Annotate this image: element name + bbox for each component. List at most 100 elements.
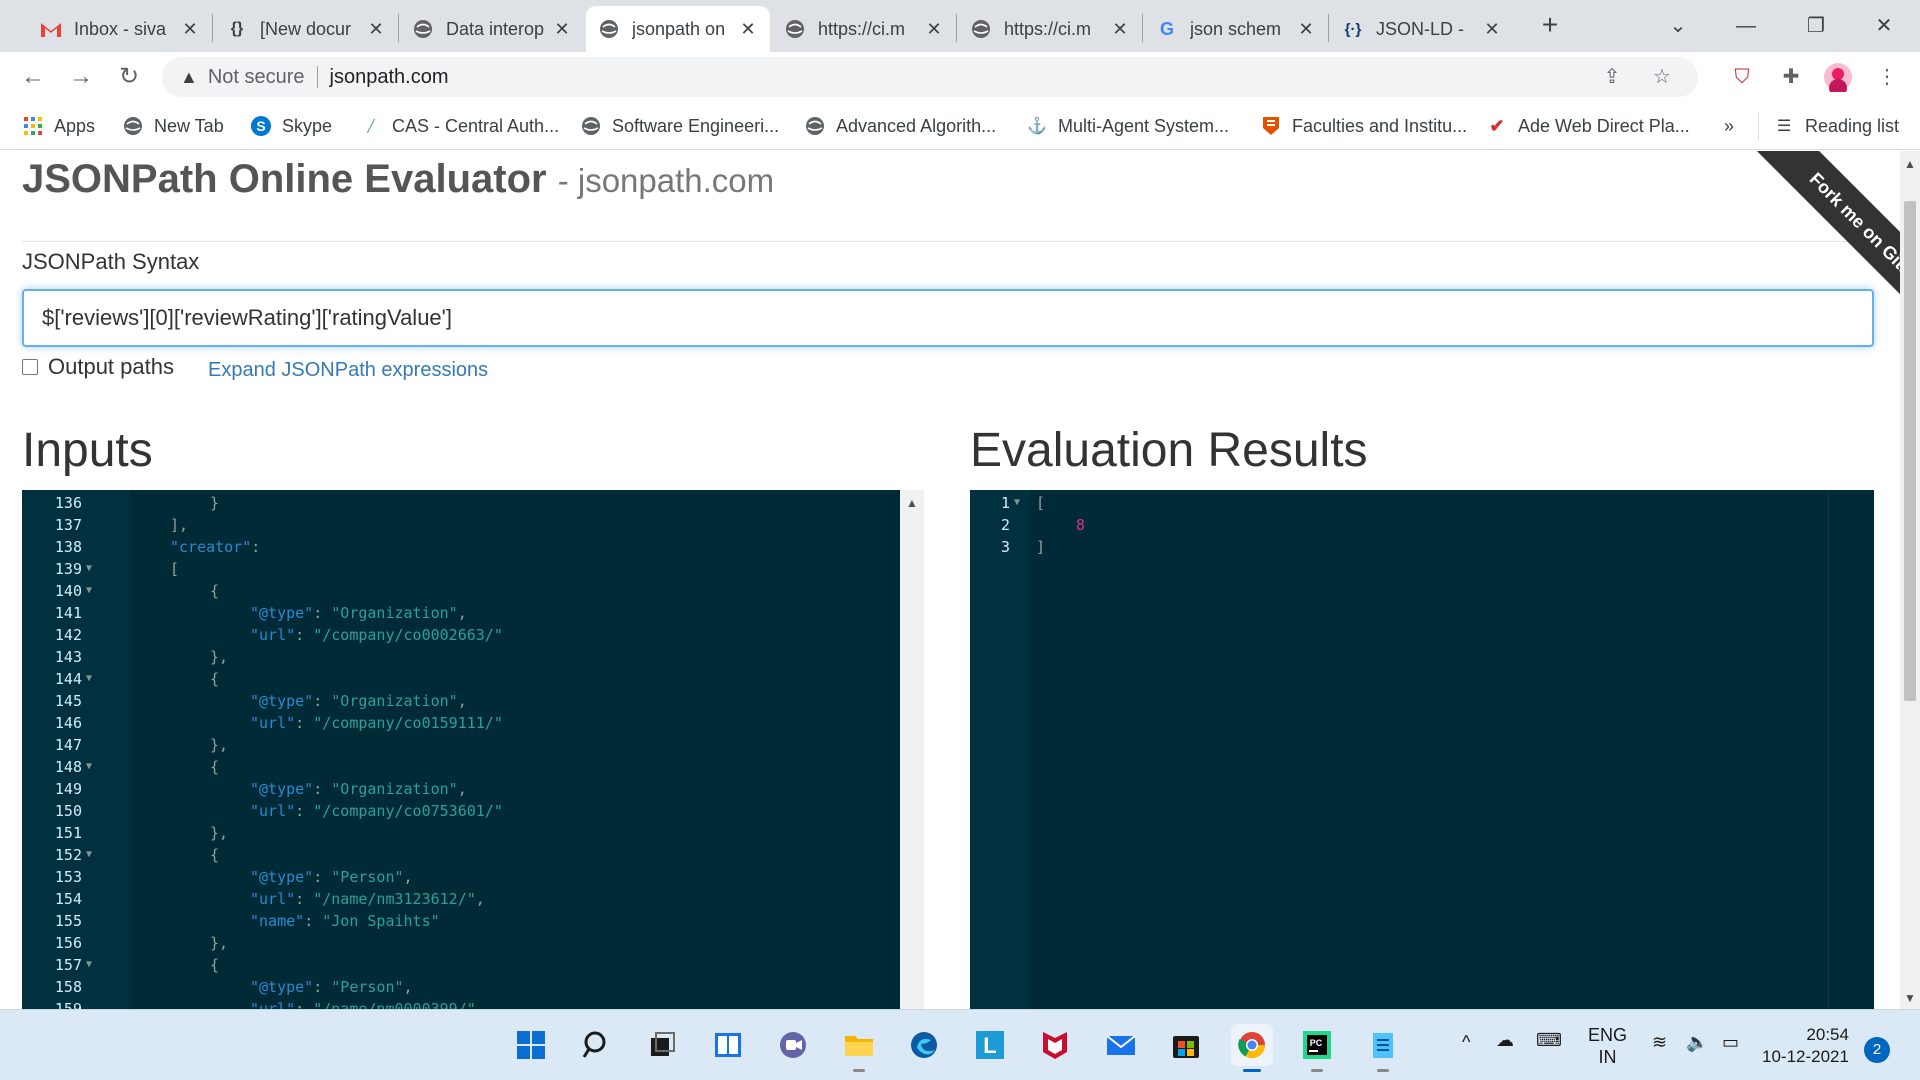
editor-line[interactable]: 151}, [22,822,900,844]
editor-line[interactable]: 140 ▼ { [22,580,900,602]
notepad-icon[interactable] [1362,1024,1404,1072]
tab-4[interactable]: jsonpath on ✕ [586,6,770,52]
bookmark-item[interactable]: ✔ Ade Web Direct Pla... [1486,112,1689,140]
editor-line[interactable]: 152 ▼ { [22,844,900,866]
reload-button[interactable]: ↻ [112,60,146,94]
editor-line[interactable]: 150 "url": "/company/co0753601/" [22,800,900,822]
editor-line[interactable]: 28 [970,514,1874,536]
inputs-editor-scrollbar[interactable]: ▲ [900,490,924,1020]
fold-toggle-icon[interactable]: ▼ [86,558,92,580]
teams-chat-icon[interactable] [772,1024,814,1066]
edge-icon[interactable] [903,1024,945,1066]
warning-icon[interactable]: ▲ [180,67,198,88]
language-indicator[interactable]: ENG IN [1588,1024,1627,1068]
bookmark-item[interactable]: Advanced Algorith... [804,112,996,140]
bookmark-item[interactable]: ╱ CAS - Central Auth... [360,112,559,140]
hidden-icons-chevron-icon[interactable]: ^ [1462,1032,1470,1053]
close-tab-icon[interactable]: ✕ [180,19,200,40]
volume-muted-icon[interactable]: 🔈 [1686,1032,1708,1053]
close-tab-icon[interactable]: ✕ [1482,19,1502,40]
pycharm-icon[interactable]: PC [1296,1024,1338,1072]
bookmark-star-icon[interactable]: ☆ [1648,63,1676,91]
editor-line[interactable]: 157 ▼ { [22,954,900,976]
back-button[interactable]: ← [16,60,50,94]
output-paths-option[interactable]: Output paths [22,354,174,380]
editor-line[interactable]: 1 ▼ [ [970,492,1874,514]
fold-toggle-icon[interactable]: ▼ [1014,492,1020,514]
bookmark-item[interactable]: Faculties and Institu... [1260,112,1467,140]
close-tab-icon[interactable]: ✕ [1296,19,1316,40]
close-tab-icon[interactable]: ✕ [552,19,572,40]
editor-line[interactable]: 146 "url": "/company/co0159111/" [22,712,900,734]
store-icon[interactable] [1165,1024,1207,1066]
extension-shield-icon[interactable]: ⛉ [1727,62,1757,92]
output-paths-checkbox[interactable] [22,359,38,375]
editor-line[interactable]: 148 ▼ { [22,756,900,778]
tab-5[interactable]: https://ci.m ✕ [772,6,956,52]
editor-line[interactable]: 155 "name": "Jon Spaihts" [22,910,900,932]
wifi-icon[interactable]: ≋ [1652,1032,1667,1053]
inputs-json-editor[interactable]: 136} 137], 138 "creator": 139 ▼[140 ▼{141 "@typ… [22,490,900,1020]
editor-line[interactable]: 153 "@type": "Person", [22,866,900,888]
forward-button[interactable]: → [64,60,98,94]
task-view-icon[interactable] [641,1024,683,1066]
battery-icon[interactable]: ▭ [1722,1032,1739,1053]
fold-toggle-icon[interactable]: ▼ [86,954,92,976]
editor-line[interactable]: 145 "@type": "Organization", [22,690,900,712]
bookmarks-overflow-button[interactable]: » [1724,112,1734,140]
search-icon[interactable] [576,1024,618,1066]
editor-line[interactable]: 154 "url": "/name/nm3123612/", [22,888,900,910]
page-scrollbar[interactable]: ▲ ▼ [1900,151,1920,1009]
close-tab-icon[interactable]: ✕ [1110,19,1130,40]
fold-toggle-icon[interactable]: ▼ [86,844,92,866]
bookmark-item[interactable]: New Tab [122,112,224,140]
close-window-button[interactable]: ✕ [1854,8,1914,44]
close-tab-icon[interactable]: ✕ [924,19,944,40]
bookmark-item[interactable]: Apps [22,112,95,140]
jsonpath-syntax-input[interactable] [22,289,1874,347]
bookmark-item[interactable]: S Skype [250,112,332,140]
windows-start-icon[interactable] [510,1024,552,1066]
profile-avatar[interactable] [1823,62,1853,97]
page-scroll-up-icon[interactable]: ▲ [1904,157,1916,171]
tab-6[interactable]: https://ci.m ✕ [958,6,1142,52]
bookmark-item[interactable]: Software Engineeri... [580,112,779,140]
chrome-icon[interactable] [1230,1024,1273,1072]
address-bar[interactable]: ▲ Not secure jsonpath.com ⇪ ☆ [162,57,1698,97]
onedrive-icon[interactable]: ☁ [1496,1030,1514,1051]
restore-button[interactable]: ❐ [1786,8,1846,44]
editor-line[interactable]: 137], [22,514,900,536]
scroll-up-arrow-icon[interactable]: ▲ [906,496,918,510]
system-clock[interactable]: 20:54 10-12-2021 [1762,1024,1849,1068]
editor-line[interactable]: 158 "@type": "Person", [22,976,900,998]
tab-2[interactable]: {} [New docur ✕ [214,6,398,52]
tab-1[interactable]: Inbox - siva ✕ [28,6,212,52]
bookmark-item[interactable]: ⚓ Multi-Agent System... [1026,112,1229,140]
editor-line[interactable]: 142 "url": "/company/co0002663/" [22,624,900,646]
fold-toggle-icon[interactable]: ▼ [86,756,92,778]
mail-icon[interactable] [1100,1024,1142,1066]
editor-line[interactable]: 136} [22,492,900,514]
l-app-icon[interactable]: L [969,1024,1011,1066]
fold-toggle-icon[interactable]: ▼ [86,580,92,602]
expand-jsonpath-link[interactable]: Expand JSONPath expressions [208,359,488,382]
security-status[interactable]: Not secure [208,66,305,89]
tab-8[interactable]: {·} JSON-LD - ✕ [1330,6,1514,52]
editor-line[interactable]: 138 "creator": [22,536,900,558]
page-scroll-down-icon[interactable]: ▼ [1904,991,1916,1005]
editor-line[interactable]: 143}, [22,646,900,668]
tab-search-chevron-icon[interactable]: ⌄ [1648,8,1708,44]
editor-line[interactable]: 156}, [22,932,900,954]
url-text[interactable]: jsonpath.com [330,66,449,89]
editor-line[interactable]: 141 "@type": "Organization", [22,602,900,624]
results-json-editor[interactable]: 1 ▼[2 8 3] [970,490,1874,1020]
github-fork-ribbon[interactable]: Fork me on GitHub [1700,151,1900,351]
reading-list-button[interactable]: ☰ Reading list [1758,112,1899,140]
editor-line[interactable]: 3] [970,536,1874,558]
new-tab-button[interactable]: + [1534,10,1566,42]
close-tab-icon[interactable]: ✕ [366,19,386,40]
output-paths-label[interactable]: Output paths [48,354,174,380]
tab-7[interactable]: Gjson schem ✕ [1144,6,1328,52]
widgets-icon[interactable] [707,1024,749,1066]
editor-line[interactable]: 139 ▼ [ [22,558,900,580]
